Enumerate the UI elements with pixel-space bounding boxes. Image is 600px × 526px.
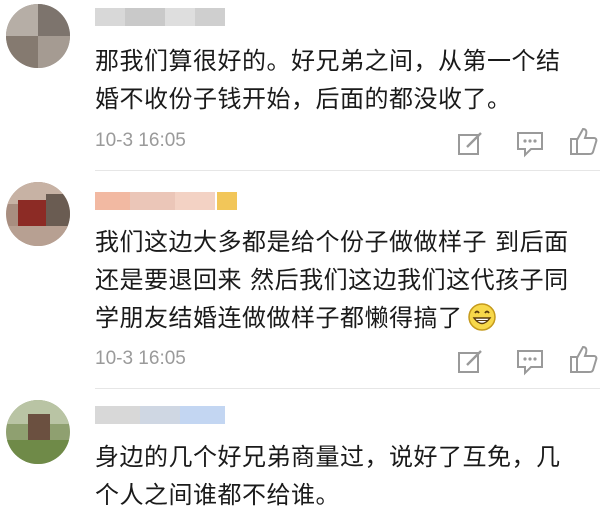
comment-text: 那我们算很好的。好兄弟之间，从第一个结 婚不收份子钱开始，后面的都没收了。	[95, 42, 595, 118]
timestamp: 10-3 16:05	[95, 130, 186, 151]
compose-icon[interactable]	[455, 128, 485, 158]
comment-line: 我们这边大多都是给个份子做做样子 到后面	[95, 228, 569, 256]
username-blurred[interactable]	[95, 8, 225, 26]
comment-icon[interactable]	[515, 128, 545, 158]
comment-icon[interactable]	[515, 346, 545, 376]
like-icon[interactable]	[568, 344, 598, 374]
comment-text: 我们这边大多都是给个份子做做样子 到后面 还是要退回来 然后我们这边我们这代孩子…	[95, 223, 595, 337]
grin-emoji-icon	[467, 303, 496, 331]
compose-icon[interactable]	[455, 346, 485, 376]
comment-line: 身边的几个好兄弟商量过，说好了互免，几	[95, 443, 561, 471]
like-icon[interactable]	[568, 126, 598, 156]
timestamp: 10-3 16:05	[95, 348, 186, 369]
comment-line: 那我们算很好的。好兄弟之间，从第一个结	[95, 47, 561, 75]
comment-3: 身边的几个好兄弟商量过，说好了互免，几 个人之间谁都不给谁。	[0, 388, 600, 526]
avatar[interactable]	[6, 4, 70, 68]
comment-line: 个人之间谁都不给谁。	[95, 481, 340, 509]
avatar[interactable]	[6, 182, 70, 246]
avatar[interactable]	[6, 400, 70, 464]
username-blurred[interactable]	[95, 406, 225, 424]
comment-1: 那我们算很好的。好兄弟之间，从第一个结 婚不收份子钱开始，后面的都没收了。 10…	[0, 0, 600, 170]
comment-line: 婚不收份子钱开始，后面的都没收了。	[95, 85, 512, 113]
username-blurred[interactable]	[95, 192, 240, 210]
comment-text: 身边的几个好兄弟商量过，说好了互免，几 个人之间谁都不给谁。	[95, 438, 595, 514]
comment-2: 我们这边大多都是给个份子做做样子 到后面 还是要退回来 然后我们这边我们这代孩子…	[0, 170, 600, 388]
comment-line-text: 学朋友结婚连做做样子都懒得搞了	[95, 304, 463, 332]
comment-line: 还是要退回来 然后我们这边我们这代孩子同	[95, 266, 569, 294]
comment-line: 学朋友结婚连做做样子都懒得搞了	[95, 299, 595, 337]
